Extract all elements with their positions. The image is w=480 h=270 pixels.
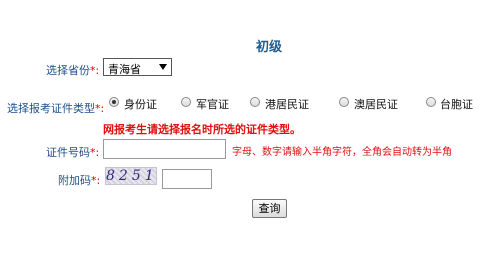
radio-hk-resident-card[interactable] bbox=[250, 97, 260, 107]
cert-type-label: 选择报考证件类型*: bbox=[7, 100, 104, 116]
captcha-input[interactable] bbox=[162, 169, 212, 189]
page-title: 初级 bbox=[256, 40, 283, 55]
cert-number-input[interactable] bbox=[103, 139, 226, 159]
cert-type-warning: 网报考生请选择报名时所选的证件类型。 bbox=[103, 123, 301, 136]
province-label: 选择省份*: bbox=[46, 62, 99, 78]
captcha-label: 附加码*: bbox=[58, 172, 100, 188]
chevron-down-icon bbox=[159, 64, 167, 70]
captcha-required-mark: *: bbox=[91, 174, 101, 187]
radio-taiwan-compatriot-card[interactable] bbox=[426, 97, 436, 107]
radio-macau-resident-card[interactable] bbox=[339, 97, 349, 107]
cert-type-label-text: 选择报考证件类型 bbox=[7, 102, 95, 115]
radio-id-card-label[interactable]: 身份证 bbox=[124, 96, 157, 112]
query-button[interactable]: 查询 bbox=[252, 199, 287, 218]
cert-number-label: 证件号码*: bbox=[46, 144, 99, 160]
cert-number-hint: 字母、数字请输入半角字符，全角会自动转为半角 bbox=[232, 147, 452, 158]
cert-number-label-text: 证件号码 bbox=[46, 146, 90, 159]
province-label-text: 选择省份 bbox=[46, 64, 90, 77]
radio-taiwan-compatriot-card-label[interactable]: 台胞证 bbox=[440, 96, 473, 112]
radio-macau-resident-card-label[interactable]: 澳居民证 bbox=[354, 96, 398, 112]
captcha-image[interactable]: 8251 bbox=[105, 167, 157, 185]
radio-id-card[interactable] bbox=[109, 97, 119, 107]
cert-type-required-mark: *: bbox=[95, 102, 105, 115]
radio-hk-resident-card-label[interactable]: 港居民证 bbox=[265, 96, 309, 112]
cert-number-required-mark: *: bbox=[90, 146, 100, 159]
radio-officer-card-label[interactable]: 军官证 bbox=[196, 96, 229, 112]
province-select[interactable]: 青海省 bbox=[103, 58, 172, 76]
captcha-label-text: 附加码 bbox=[58, 174, 91, 187]
province-required-mark: *: bbox=[90, 64, 100, 77]
province-select-value: 青海省 bbox=[108, 63, 141, 76]
radio-officer-card[interactable] bbox=[181, 97, 191, 107]
